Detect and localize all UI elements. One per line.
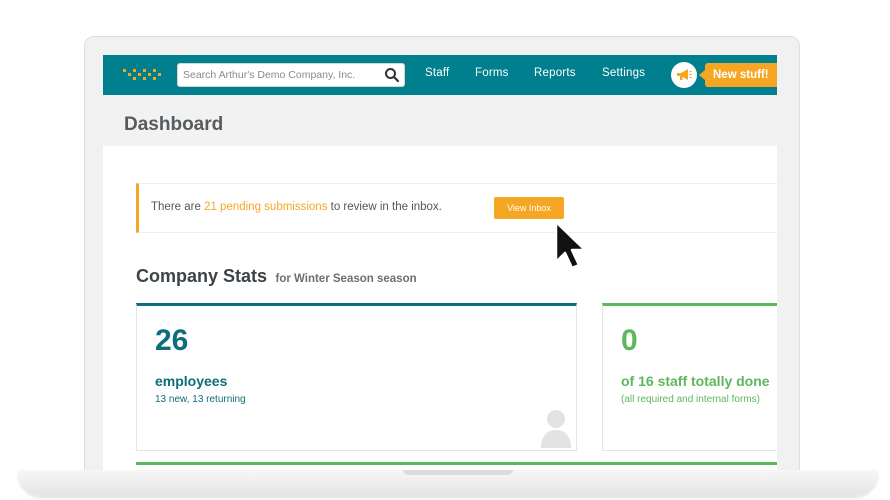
employees-label: employees — [155, 373, 228, 389]
megaphone-icon — [677, 69, 692, 80]
app-screen: Staff Forms Reports Settings New stuff! … — [103, 55, 777, 470]
search-box — [177, 63, 405, 87]
staff-done-count: 0 — [621, 324, 638, 357]
logo-icon[interactable] — [123, 68, 163, 82]
staff-done-card[interactable]: 0 of 16 staff totally done (all required… — [602, 303, 777, 451]
nav-link-reports[interactable]: Reports — [534, 67, 576, 79]
nav-link-staff[interactable]: Staff — [425, 67, 449, 79]
employees-card[interactable]: 26 employees 13 new, 13 returning — [136, 303, 577, 451]
nav-link-settings[interactable]: Settings — [602, 67, 645, 79]
next-card-border — [136, 462, 777, 465]
top-navbar: Staff Forms Reports Settings New stuff! — [103, 55, 777, 95]
user-placeholder-icon — [541, 410, 571, 448]
nav-link-forms[interactable]: Forms — [475, 67, 509, 79]
alert-suffix: to review in the inbox. — [327, 201, 442, 213]
megaphone-button[interactable] — [671, 62, 697, 88]
staff-done-note: (all required and internal forms) — [621, 394, 760, 405]
dashboard-content: There are 21 pending submissions to revi… — [103, 146, 777, 470]
stats-subtitle: for Winter Season season — [275, 273, 417, 285]
new-stuff-button[interactable]: New stuff! — [699, 63, 777, 87]
alert-prefix: There are — [151, 201, 205, 213]
laptop-base — [18, 470, 878, 496]
company-stats-heading: Company Stats for Winter Season season — [136, 266, 417, 287]
staff-done-label: of 16 staff totally done — [621, 373, 770, 389]
stats-title: Company Stats — [136, 266, 268, 286]
alert-text: There are 21 pending submissions to revi… — [151, 201, 442, 213]
pending-submissions-link[interactable]: 21 pending submissions — [204, 201, 327, 213]
search-icon[interactable] — [384, 67, 400, 83]
search-input[interactable] — [178, 64, 378, 86]
employees-breakdown: 13 new, 13 returning — [155, 394, 246, 405]
laptop-base-notch — [403, 470, 513, 475]
view-inbox-button[interactable]: View Inbox — [494, 197, 564, 219]
page-title: Dashboard — [124, 114, 224, 135]
employees-count: 26 — [155, 324, 189, 357]
pending-alert: There are 21 pending submissions to revi… — [136, 183, 777, 233]
mouse-cursor-icon — [554, 220, 587, 270]
